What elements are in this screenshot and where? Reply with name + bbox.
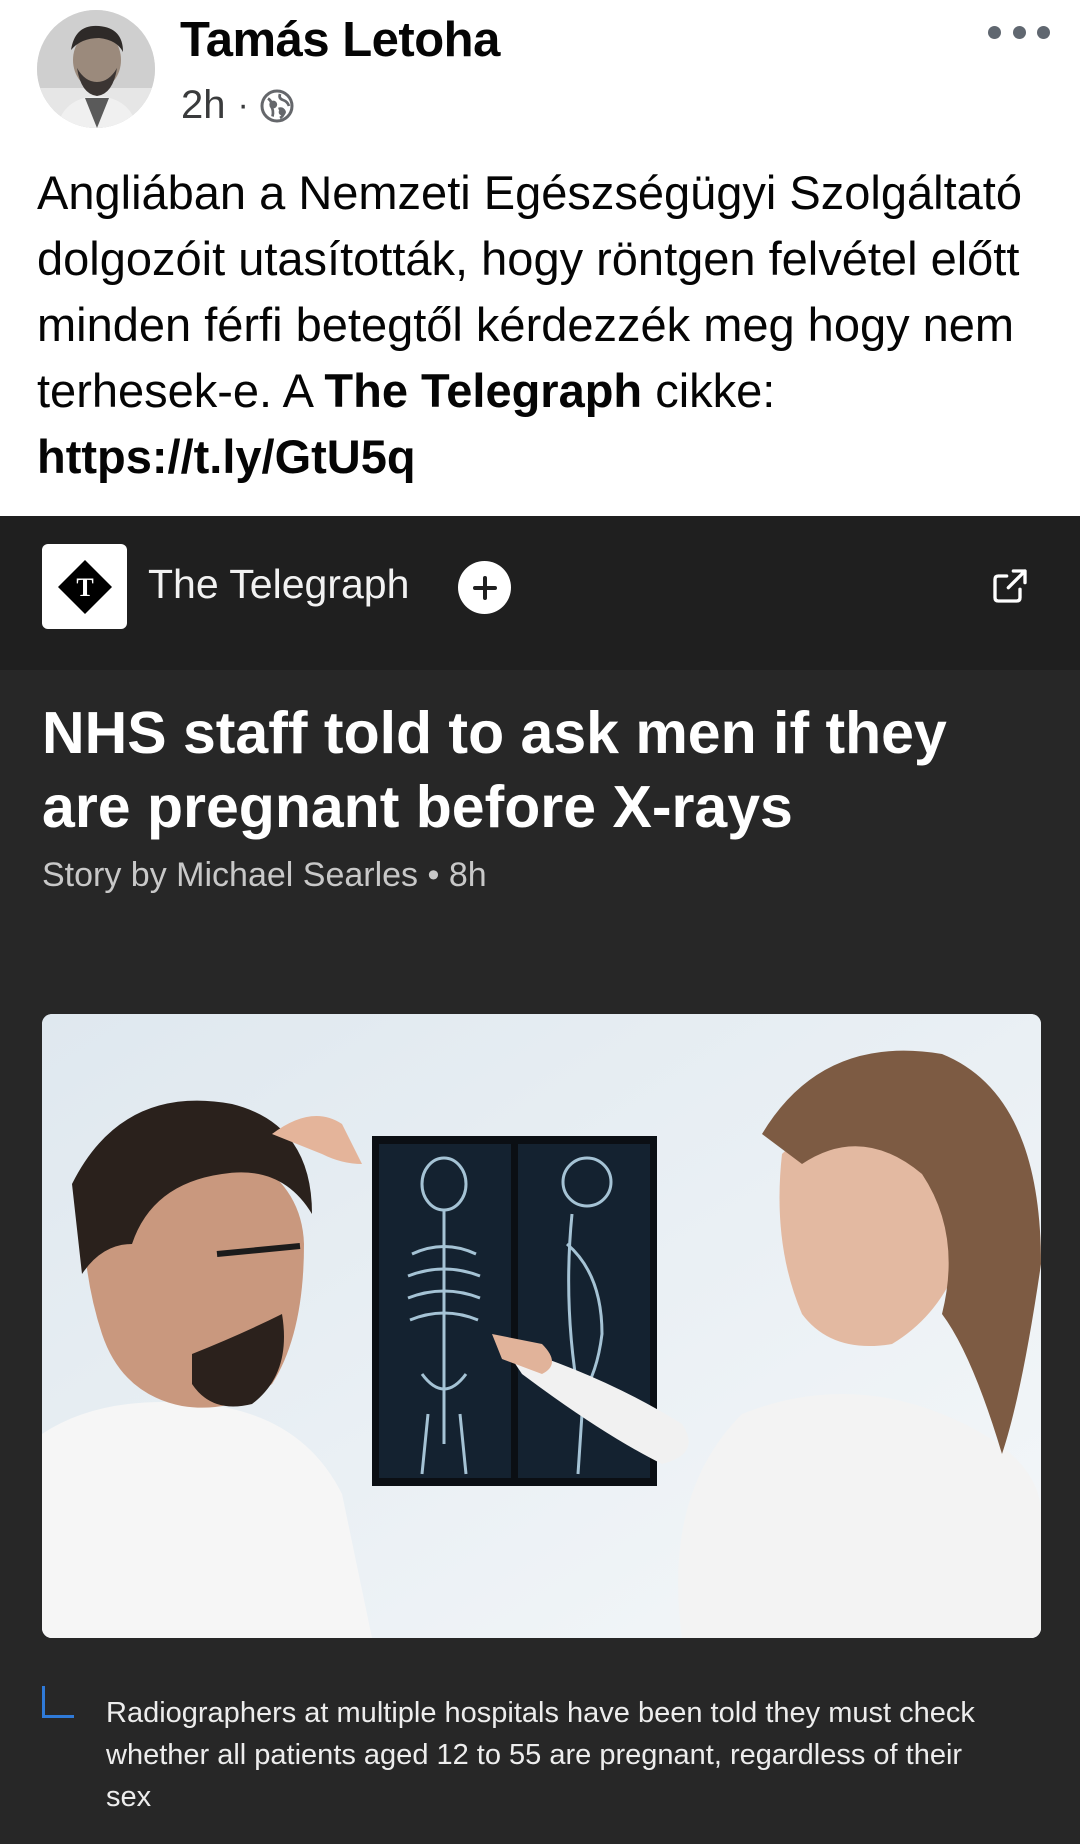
- svg-text:T: T: [76, 573, 93, 602]
- publisher-bar: T The Telegraph: [0, 516, 1080, 670]
- post-header: Tamás Letoha 2h ·: [0, 0, 1080, 150]
- external-link-icon[interactable]: [990, 566, 1030, 606]
- publisher-name[interactable]: The Telegraph: [148, 561, 409, 608]
- author-name[interactable]: Tamás Letoha: [180, 12, 500, 68]
- image-caption: Radiographers at multiple hospitals have…: [106, 1697, 975, 1813]
- article-headline[interactable]: NHS staff told to ask men if they are pr…: [42, 696, 1042, 844]
- post-meta: 2h ·: [181, 83, 295, 128]
- article-byline: Story by Michael Searles • 8h: [42, 856, 487, 894]
- caption-marker: [42, 1686, 74, 1718]
- post-text-source: The Telegraph: [324, 364, 643, 417]
- avatar-photo: [37, 10, 155, 128]
- post-time[interactable]: 2h: [181, 83, 226, 128]
- link-preview-card[interactable]: T The Telegraph NHS staff told to ask me…: [0, 516, 1080, 1844]
- post-text: Angliában a Nemzeti Egészségügyi Szolgál…: [0, 150, 1080, 516]
- globe-icon: [260, 89, 294, 122]
- post-link[interactable]: https://t.ly/GtU5q: [37, 430, 416, 483]
- avatar[interactable]: [37, 10, 155, 128]
- plus-icon[interactable]: [458, 561, 511, 614]
- more-horizontal-icon[interactable]: [988, 18, 1050, 46]
- telegraph-logo-icon[interactable]: T: [42, 544, 127, 629]
- meta-separator: ·: [237, 86, 249, 124]
- xray-doctors-photo: [42, 1014, 1041, 1638]
- article-image[interactable]: [42, 1014, 1041, 1638]
- post-text-body-2: cikke:: [642, 364, 776, 417]
